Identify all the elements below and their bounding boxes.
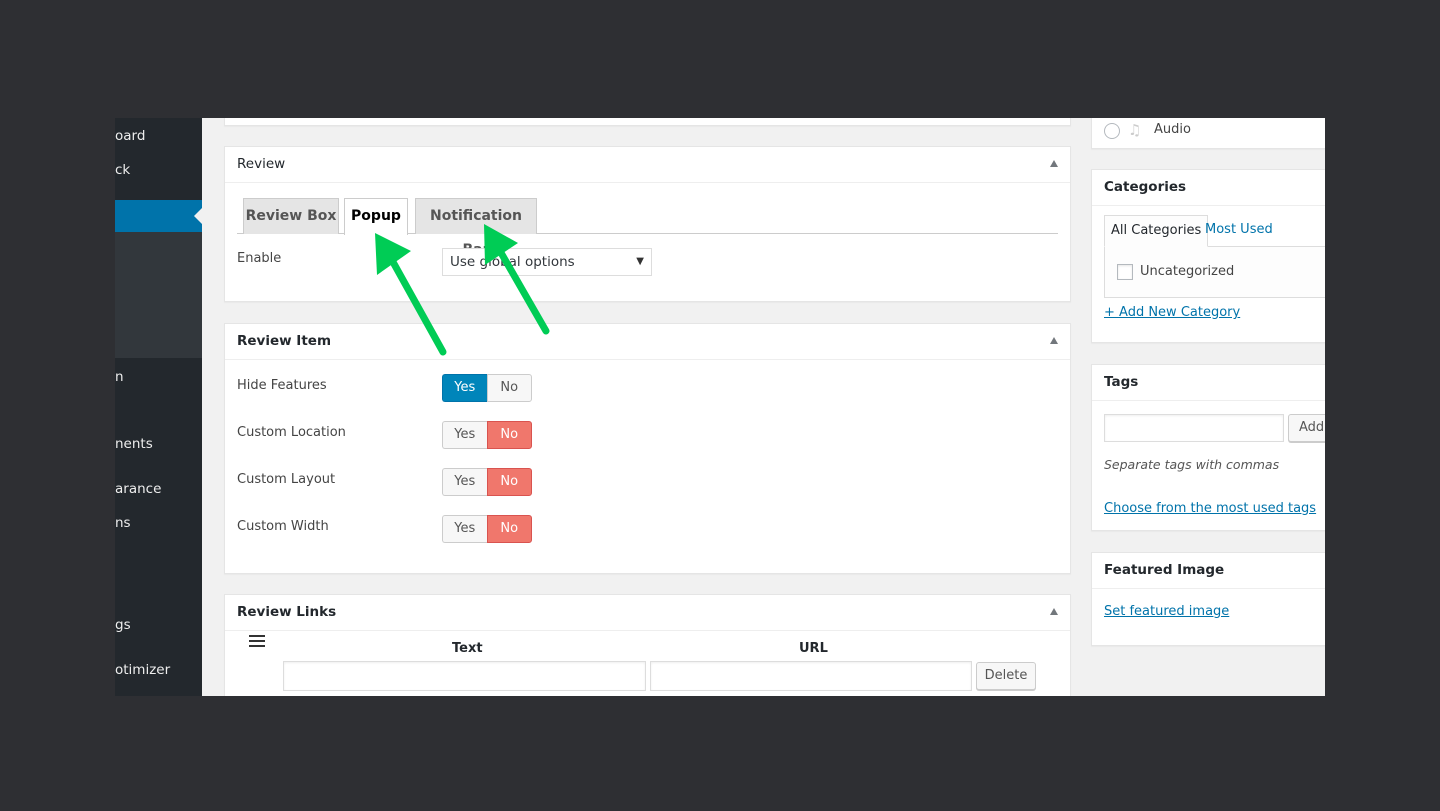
review-links-metabox: Review Links Text URL Delete	[224, 594, 1071, 696]
review-metabox: Review Review Box Popup Notification Bar…	[224, 146, 1071, 302]
add-new-category-link[interactable]: + Add New Category	[1104, 305, 1240, 320]
featured-image-metabox: Featured Image Set featured image	[1091, 552, 1325, 646]
featured-image-title: Featured Image	[1104, 562, 1225, 578]
custom-location-yes[interactable]: Yes	[442, 421, 487, 449]
enable-select[interactable]: Use global options ▼	[442, 248, 652, 276]
category-uncategorized-label: Uncategorized	[1140, 264, 1235, 279]
tags-hint: Separate tags with commas	[1104, 457, 1280, 472]
music-note-icon: ♫	[1128, 121, 1142, 139]
sidebar-item-dashboard[interactable]: oard	[115, 127, 145, 145]
link-text-input[interactable]	[283, 661, 646, 691]
tags-header[interactable]: Tags	[1092, 365, 1325, 401]
custom-width-toggle[interactable]: Yes No	[442, 515, 532, 543]
categories-title: Categories	[1104, 179, 1187, 195]
wp-editor-viewport: oard ck n nents arance ns gs otimizer Re…	[115, 118, 1325, 696]
tab-notification-bar[interactable]: Notification Bar	[415, 198, 537, 258]
sidebar-item-posts-active[interactable]	[115, 200, 202, 232]
previous-metabox	[224, 118, 1071, 126]
category-uncategorized-checkbox[interactable]	[1117, 264, 1133, 280]
enable-label: Enable	[237, 251, 282, 266]
tab-all-categories[interactable]: All Categories	[1104, 215, 1209, 247]
custom-layout-no[interactable]: No	[486, 468, 532, 496]
review-header[interactable]: Review	[225, 147, 1070, 183]
tab-most-used[interactable]: Most Used	[1205, 215, 1273, 247]
format-metabox: ♫ Audio	[1091, 118, 1325, 149]
sidebar-item-optimizer[interactable]: otimizer	[115, 661, 170, 679]
format-audio-label: Audio	[1154, 122, 1191, 137]
dropdown-caret-icon: ▼	[636, 256, 644, 267]
sidebar-item-appearance[interactable]: arance	[115, 480, 161, 498]
delete-link-button[interactable]: Delete	[976, 662, 1036, 690]
link-url-input[interactable]	[650, 661, 972, 691]
review-links-title: Review Links	[237, 604, 337, 620]
sidebar-submenu	[115, 232, 202, 358]
tags-metabox: Tags Add Separate tags with commas Choos…	[1091, 364, 1325, 531]
sidebar-item-plugins[interactable]: ns	[115, 514, 131, 532]
review-item-metabox: Review Item Hide Features Yes No Custom …	[224, 323, 1071, 574]
review-links-header[interactable]: Review Links	[225, 595, 1070, 631]
col-header-text: Text	[452, 641, 483, 656]
custom-layout-yes[interactable]: Yes	[442, 468, 487, 496]
review-item-title: Review Item	[237, 333, 332, 349]
drag-handle-icon[interactable]	[249, 635, 265, 650]
sidebar-item-media[interactable]: n	[115, 368, 124, 386]
review-item-header[interactable]: Review Item	[225, 324, 1070, 360]
tab-review-box[interactable]: Review Box	[243, 198, 339, 234]
review-title: Review	[237, 156, 286, 172]
sidebar-item-jetpack[interactable]: ck	[115, 161, 130, 179]
set-featured-image-link[interactable]: Set featured image	[1104, 604, 1229, 619]
collapse-arrow-icon[interactable]	[1050, 160, 1058, 167]
tags-input[interactable]	[1104, 414, 1284, 442]
categories-panel: Uncategorized	[1104, 246, 1325, 298]
categories-metabox: Categories Uncategorized All Categories …	[1091, 169, 1325, 343]
sidebar-item-comments[interactable]: nents	[115, 435, 153, 453]
hide-features-label: Hide Features	[237, 378, 327, 393]
custom-width-yes[interactable]: Yes	[442, 515, 487, 543]
hide-features-yes[interactable]: Yes	[442, 374, 487, 402]
custom-location-toggle[interactable]: Yes No	[442, 421, 532, 449]
hide-features-toggle[interactable]: Yes No	[442, 374, 532, 402]
custom-layout-toggle[interactable]: Yes No	[442, 468, 532, 496]
featured-image-header[interactable]: Featured Image	[1092, 553, 1325, 589]
categories-header[interactable]: Categories	[1092, 170, 1325, 206]
admin-sidebar: oard ck n nents arance ns gs otimizer	[115, 118, 202, 696]
custom-layout-label: Custom Layout	[237, 472, 336, 487]
custom-width-label: Custom Width	[237, 519, 329, 534]
tab-popup[interactable]: Popup	[344, 198, 408, 235]
sidebar-item-settings[interactable]: gs	[115, 616, 131, 634]
custom-location-no[interactable]: No	[486, 421, 532, 449]
col-header-url: URL	[799, 641, 828, 656]
collapse-arrow-icon[interactable]	[1050, 337, 1058, 344]
collapse-arrow-icon[interactable]	[1050, 608, 1058, 615]
enable-select-value: Use global options	[450, 254, 575, 270]
format-audio-radio[interactable]	[1104, 123, 1120, 139]
choose-most-used-tags-link[interactable]: Choose from the most used tags	[1104, 501, 1316, 516]
tags-title: Tags	[1104, 374, 1139, 390]
hide-features-no[interactable]: No	[486, 374, 532, 402]
custom-location-label: Custom Location	[237, 425, 346, 440]
custom-width-no[interactable]: No	[486, 515, 532, 543]
add-tag-button[interactable]: Add	[1288, 414, 1325, 442]
